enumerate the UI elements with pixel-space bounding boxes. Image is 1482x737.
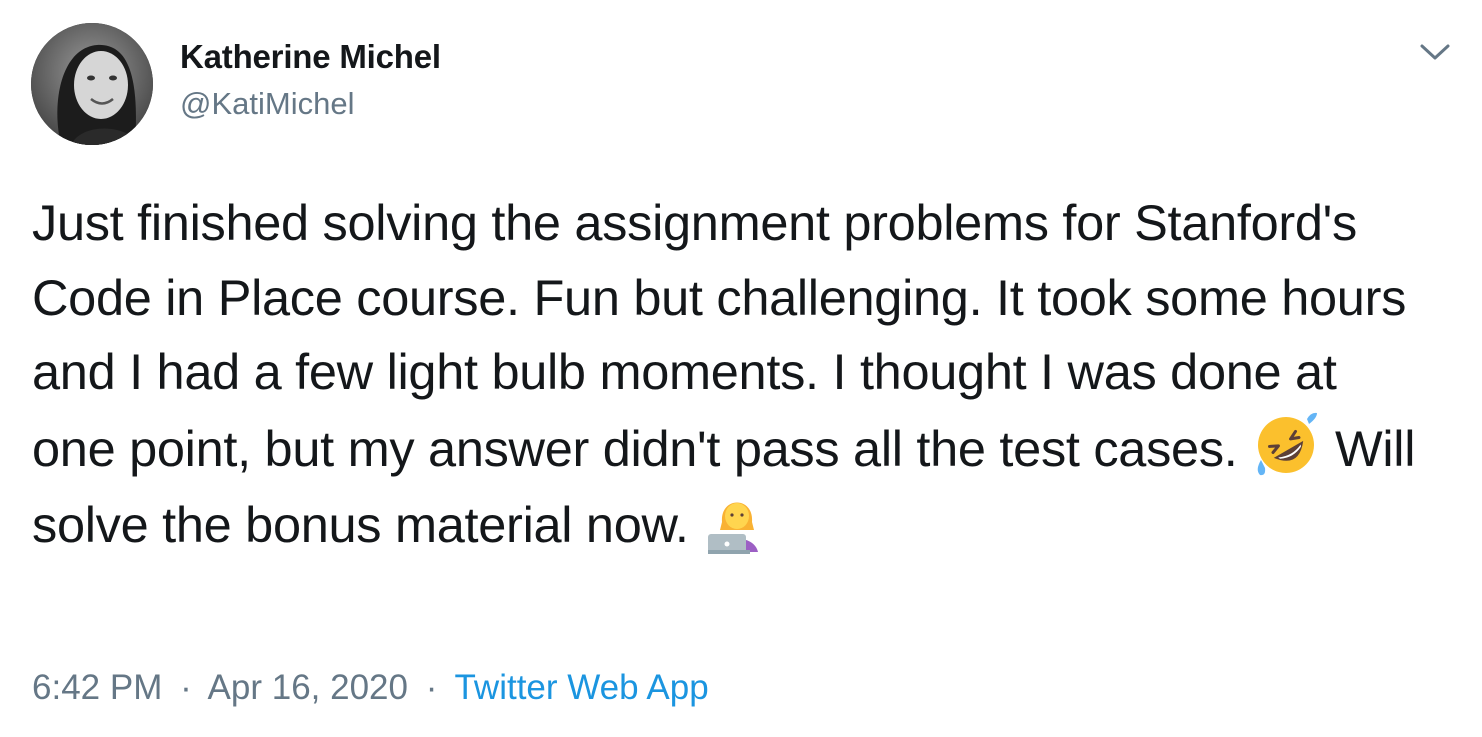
tweet-date[interactable]: Apr 16, 2020: [208, 668, 408, 707]
chevron-down-icon[interactable]: [1418, 38, 1452, 66]
tweet-meta: 6:42 PM · Apr 16, 2020 · Twitter Web App: [32, 668, 709, 708]
tweet-time[interactable]: 6:42 PM: [32, 668, 162, 707]
tweet-text: Just finished solving the assignment pro…: [32, 186, 1432, 563]
woman-technologist-emoji-icon: [702, 486, 772, 556]
author-display-name[interactable]: Katherine Michel: [180, 38, 441, 76]
rolling-on-floor-laughing-emoji-icon: [1251, 410, 1321, 480]
tweet-card: Katherine Michel @KatiMichel Just finish…: [0, 0, 1482, 737]
author-handle[interactable]: @KatiMichel: [180, 86, 354, 122]
meta-separator: ·: [425, 668, 438, 707]
meta-separator: ·: [180, 668, 192, 707]
tweet-text-part1: Just finished solving the assignment pro…: [32, 194, 1407, 477]
tweet-source-link[interactable]: Twitter Web App: [454, 668, 708, 707]
avatar[interactable]: [31, 23, 153, 145]
